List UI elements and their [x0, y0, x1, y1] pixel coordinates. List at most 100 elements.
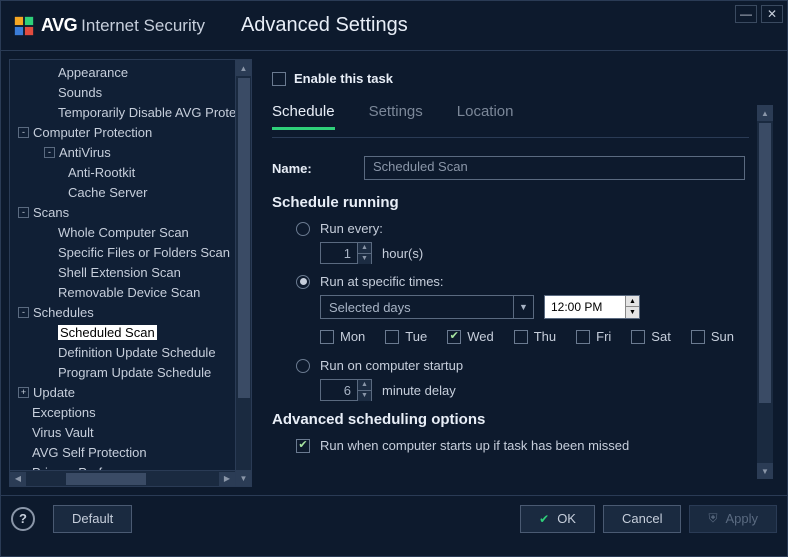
tree-item-label: Program Update Schedule: [58, 365, 211, 380]
run-every-radio[interactable]: [296, 222, 310, 236]
tree-item[interactable]: Scheduled Scan: [10, 322, 251, 342]
settings-tree[interactable]: Appearance Sounds Temporarily Disable AVG …: [10, 60, 251, 472]
tree-item-label: Scans: [33, 205, 69, 220]
scroll-down-icon[interactable]: ▼: [757, 463, 773, 479]
footer: ? Default ✔ OK Cancel ⛨ Apply: [1, 495, 787, 541]
day-mon-checkbox[interactable]: [320, 330, 334, 344]
day-wed-checkbox[interactable]: [447, 330, 461, 344]
tab-settings[interactable]: Settings: [369, 100, 423, 130]
collapse-icon[interactable]: -: [44, 147, 55, 158]
cancel-button[interactable]: Cancel: [603, 505, 681, 533]
tab-schedule[interactable]: Schedule: [272, 100, 335, 130]
step-up-icon[interactable]: ▲: [357, 243, 371, 254]
tree-item-label: Appearance: [58, 65, 128, 80]
tree-item-label: Update: [33, 385, 75, 400]
tree-item-label: Definition Update Schedule: [58, 345, 216, 360]
run-specific-radio[interactable]: [296, 275, 310, 289]
run-startup-radio[interactable]: [296, 359, 310, 373]
scroll-right-icon[interactable]: ▶: [219, 472, 235, 486]
tree-item[interactable]: Sounds: [10, 82, 251, 102]
day-thu-checkbox[interactable]: [514, 330, 528, 344]
apply-button[interactable]: ⛨ Apply: [689, 505, 777, 533]
tree-item[interactable]: Program Update Schedule: [10, 362, 251, 382]
avg-logo-icon: [13, 15, 35, 37]
run-every-label: Run every:: [320, 221, 383, 236]
step-down-icon[interactable]: ▼: [625, 307, 639, 318]
check-icon: ✔: [539, 512, 549, 526]
enable-task-checkbox[interactable]: [272, 72, 286, 86]
tree-item[interactable]: -Schedules: [10, 302, 251, 322]
sidebar: Appearance Sounds Temporarily Disable AVG …: [9, 59, 252, 487]
content-vertical-scrollbar[interactable]: ▲ ▼: [757, 105, 773, 479]
day-sat-checkbox[interactable]: [631, 330, 645, 344]
tree-item[interactable]: Virus Vault: [10, 422, 251, 442]
tree-item[interactable]: Specific Files or Folders Scan: [10, 242, 251, 262]
tree-item[interactable]: Temporarily Disable AVG Protection: [10, 102, 251, 122]
help-button[interactable]: ?: [11, 507, 35, 531]
tree-item-label: Sounds: [58, 85, 102, 100]
content-panel: Enable this task Schedule Settings Locat…: [258, 59, 779, 487]
days-dropdown[interactable]: Selected days ▼: [320, 295, 534, 319]
tree-item-label: Anti-Rootkit: [68, 165, 135, 180]
tree-item[interactable]: Definition Update Schedule: [10, 342, 251, 362]
step-down-icon[interactable]: ▼: [357, 391, 371, 401]
close-button[interactable]: ✕: [761, 5, 783, 23]
startup-delay-stepper[interactable]: 6 ▲ ▼: [320, 379, 372, 401]
run-startup-label: Run on computer startup: [320, 358, 463, 373]
step-up-icon[interactable]: ▲: [625, 296, 639, 307]
tree-item[interactable]: + Update: [10, 382, 251, 402]
tree-item[interactable]: Removable Device Scan: [10, 282, 251, 302]
tree-item[interactable]: -Scans: [10, 202, 251, 222]
tree-item[interactable]: Whole Computer Scan: [10, 222, 251, 242]
tree-item[interactable]: AVG Self Protection: [10, 442, 251, 462]
scroll-down-icon[interactable]: ▼: [236, 470, 251, 486]
collapse-icon[interactable]: -: [18, 307, 29, 318]
tab-location[interactable]: Location: [457, 100, 514, 130]
scroll-thumb[interactable]: [238, 78, 250, 398]
tree-item-label: Specific Files or Folders Scan: [58, 245, 230, 260]
collapse-icon[interactable]: -: [18, 127, 29, 138]
tree-item[interactable]: -AntiVirus: [10, 142, 251, 162]
day-checkboxes: Mon Tue Wed Thu Fri Sat Sun: [320, 329, 745, 344]
scroll-up-icon[interactable]: ▲: [236, 60, 251, 76]
name-label: Name:: [272, 161, 342, 176]
tree-item[interactable]: Cache Server: [10, 182, 251, 202]
enable-task-label: Enable this task: [294, 71, 393, 86]
default-button[interactable]: Default: [53, 505, 132, 533]
tree-item[interactable]: Appearance: [10, 62, 251, 82]
tree-item[interactable]: Shell Extension Scan: [10, 262, 251, 282]
tree-item[interactable]: Anti-Rootkit: [10, 162, 251, 182]
sidebar-vertical-scrollbar[interactable]: ▲ ▼: [235, 60, 251, 486]
tree-item-label: Exceptions: [32, 405, 96, 420]
tree-item-label: AntiVirus: [59, 145, 111, 160]
day-tue-checkbox[interactable]: [385, 330, 399, 344]
tree-item-label: Temporarily Disable AVG Protection: [58, 105, 251, 120]
time-input[interactable]: 12:00 PM ▲ ▼: [544, 295, 640, 319]
tree-item[interactable]: -Computer Protection: [10, 122, 251, 142]
tree-item-label: Removable Device Scan: [58, 285, 200, 300]
day-sun-checkbox[interactable]: [691, 330, 705, 344]
scroll-up-icon[interactable]: ▲: [757, 105, 773, 121]
sidebar-horizontal-scrollbar[interactable]: ◀ ▶: [10, 470, 235, 486]
scroll-thumb[interactable]: [759, 123, 771, 403]
run-if-missed-checkbox[interactable]: [296, 439, 310, 453]
minimize-button[interactable]: —: [735, 5, 757, 23]
day-fri-checkbox[interactable]: [576, 330, 590, 344]
scroll-thumb[interactable]: [66, 473, 146, 485]
tree-item-label: Computer Protection: [33, 125, 152, 140]
step-up-icon[interactable]: ▲: [357, 380, 371, 391]
tree-item-label: Shell Extension Scan: [58, 265, 181, 280]
tree-item-label: Cache Server: [68, 185, 147, 200]
run-every-stepper[interactable]: 1 ▲ ▼: [320, 242, 372, 264]
tree-item-label: Whole Computer Scan: [58, 225, 189, 240]
collapse-icon[interactable]: -: [18, 207, 29, 218]
ok-button[interactable]: ✔ OK: [520, 505, 595, 533]
run-every-unit: hour(s): [382, 246, 423, 261]
tree-item[interactable]: Exceptions: [10, 402, 251, 422]
expand-icon[interactable]: +: [18, 387, 29, 398]
step-down-icon[interactable]: ▼: [357, 254, 371, 264]
name-input[interactable]: Scheduled Scan: [364, 156, 745, 180]
scroll-left-icon[interactable]: ◀: [10, 472, 26, 486]
settings-window: AVG Internet Security Advanced Settings …: [0, 0, 788, 557]
logo: AVG Internet Security: [13, 15, 205, 37]
